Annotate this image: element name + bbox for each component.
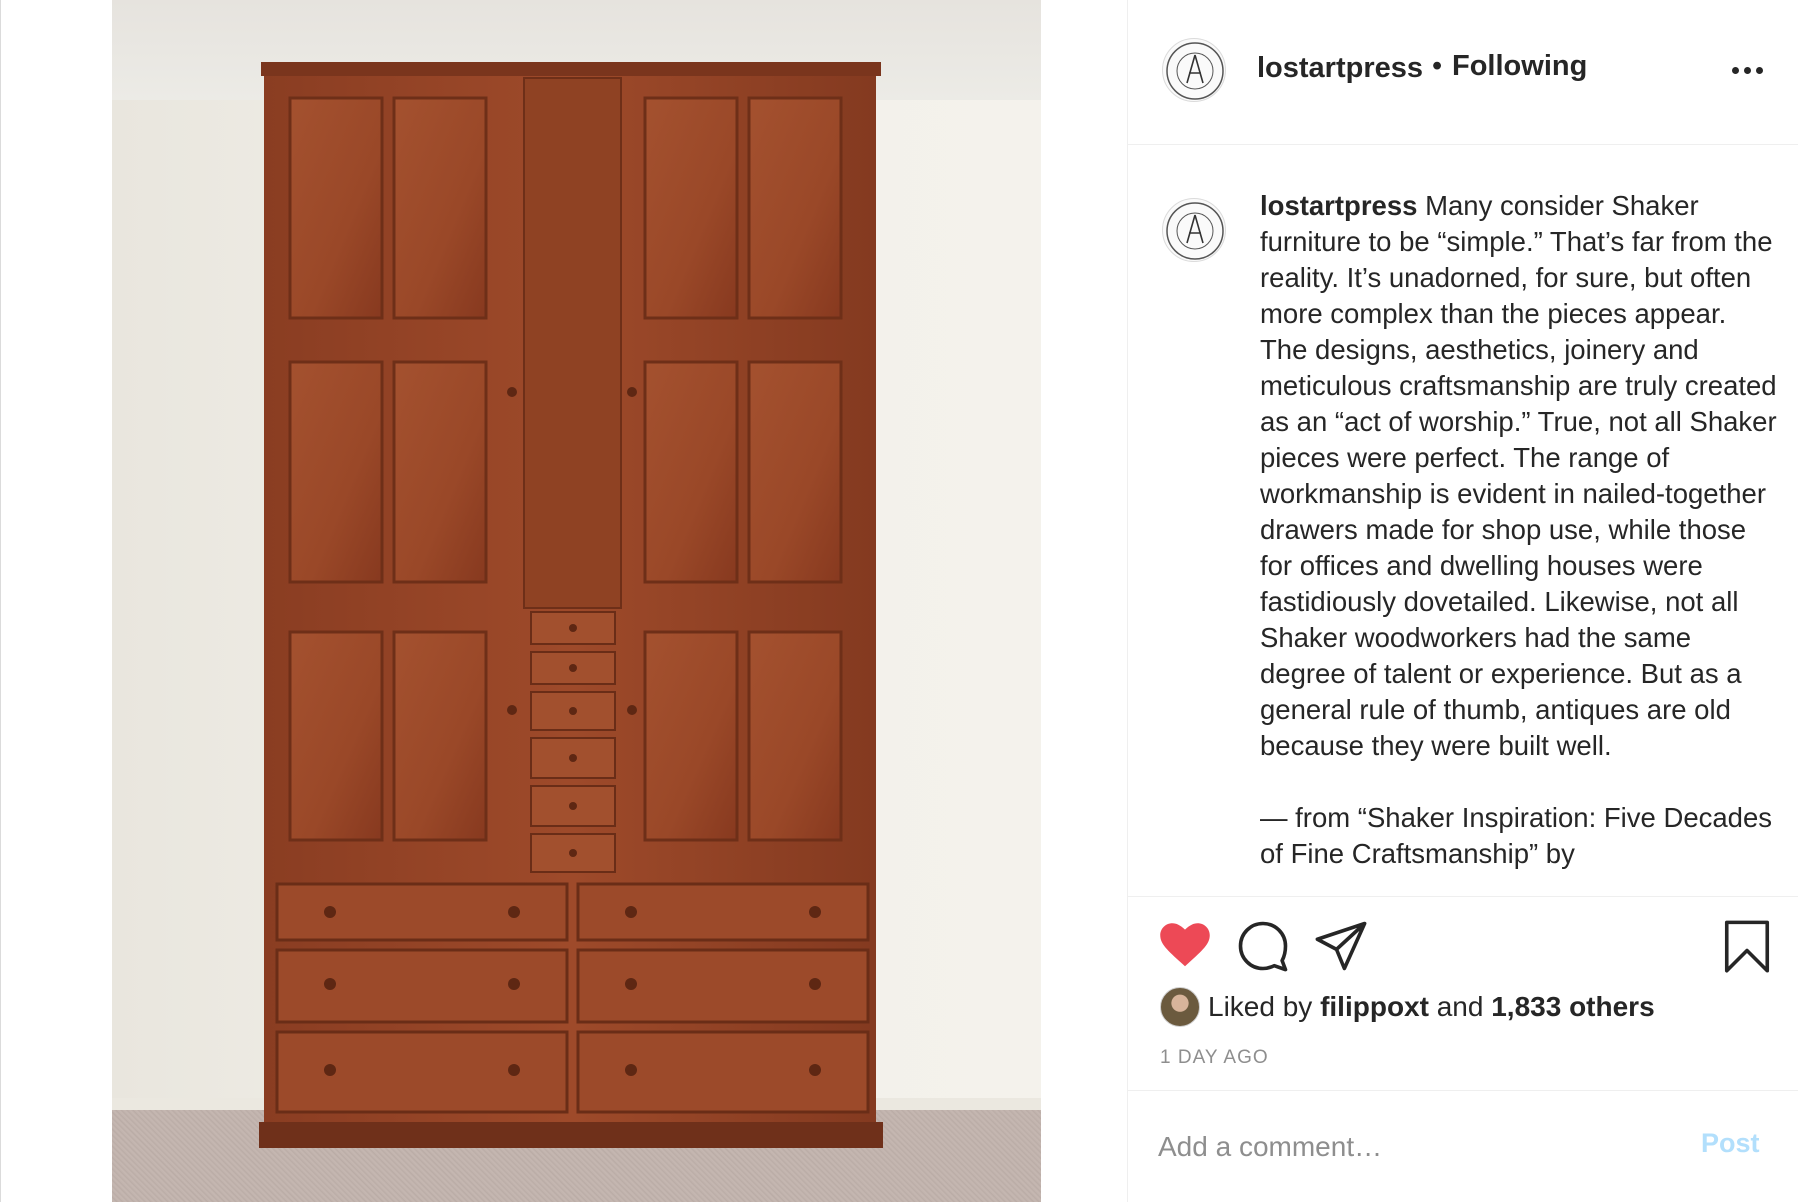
post-comment-button[interactable]: Post: [1701, 1128, 1760, 1159]
caption-username[interactable]: lostartpress: [1260, 190, 1417, 221]
caption-section: lostartpress Many consider Shaker furnit…: [1128, 146, 1798, 896]
compass-logo-icon: [1166, 42, 1224, 100]
caption-text: lostartpress Many consider Shaker furnit…: [1260, 188, 1780, 872]
likes-summary: Liked by filippoxt and 1,833 others: [1160, 987, 1655, 1027]
profile-avatar[interactable]: [1162, 38, 1226, 102]
comment-input[interactable]: [1158, 1122, 1678, 1172]
following-button[interactable]: Following: [1452, 50, 1587, 83]
share-icon[interactable]: [1314, 919, 1368, 973]
heart-filled-icon[interactable]: [1158, 919, 1212, 973]
liker-username[interactable]: filippoxt: [1320, 991, 1429, 1023]
bookmark-icon[interactable]: [1720, 919, 1774, 973]
likes-conjunction: and: [1436, 991, 1484, 1022]
header-username[interactable]: lostartpress: [1257, 52, 1423, 85]
header-separator: •: [1432, 50, 1443, 82]
post-timestamp[interactable]: 1 DAY AGO: [1160, 1047, 1269, 1069]
compass-logo-icon: [1166, 202, 1224, 260]
caption-body: Many consider Shaker furniture to be “si…: [1260, 190, 1777, 761]
caption-avatar[interactable]: [1162, 198, 1226, 262]
post-media-area: [0, 0, 1126, 1202]
shaker-cupboard-image: [259, 62, 883, 1148]
caption-attribution: — from “Shaker Inspiration: Five Decades…: [1260, 802, 1772, 869]
comment-section: Post: [1128, 1092, 1798, 1202]
comment-icon[interactable]: [1236, 919, 1290, 973]
more-horizontal-icon[interactable]: [1732, 60, 1772, 80]
likes-count-link[interactable]: 1,833 others: [1491, 991, 1654, 1023]
post-photo[interactable]: [112, 0, 1041, 1202]
post-details-panel: lostartpress • Following lostartpress Ma…: [1127, 0, 1798, 1202]
post-header: lostartpress • Following: [1128, 0, 1798, 145]
likes-prefix: Liked by: [1208, 991, 1313, 1022]
liker-avatar[interactable]: [1160, 987, 1200, 1027]
post-actions: Liked by filippoxt and 1,833 others 1 DA…: [1128, 896, 1798, 1091]
